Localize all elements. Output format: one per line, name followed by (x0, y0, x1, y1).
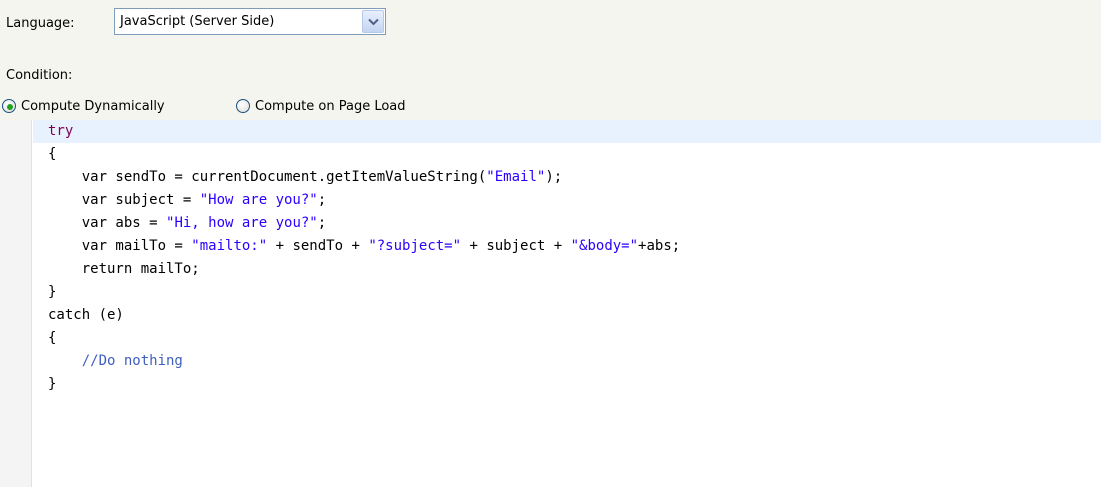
code-string: "How are you?" (199, 192, 318, 208)
code-text: var subject = (48, 192, 200, 208)
code-line-10: { (33, 327, 1101, 350)
code-line-5: var abs = "Hi, how are you?"; (33, 212, 1101, 235)
code-string: "Email" (486, 169, 546, 185)
code-line-6: var mailTo = "mailto:" + sendTo + "?subj… (33, 235, 1101, 258)
code-line-8: } (33, 281, 1101, 304)
code-keyword: try (48, 123, 74, 139)
code-string: "Hi, how are you?" (166, 215, 318, 231)
code-line-11: //Do nothing (33, 350, 1101, 373)
code-brace: { (48, 330, 57, 346)
code-brace: } (48, 284, 57, 300)
code-editor[interactable]: try { var sendTo = currentDocument.getIt… (0, 120, 1101, 487)
language-dropdown-button[interactable] (362, 10, 384, 33)
code-text: return mailTo; (48, 261, 200, 277)
code-text: +abs; (638, 238, 681, 254)
language-select[interactable]: JavaScript (Server Side) (114, 8, 386, 35)
radio-label[interactable]: Compute on Page Load (255, 99, 406, 114)
code-text: ); (545, 169, 563, 185)
code-brace: { (48, 146, 57, 162)
radio-label[interactable]: Compute Dynamically (21, 99, 165, 114)
radio-button-icon[interactable] (2, 99, 16, 113)
code-line-9: catch (e) (33, 304, 1101, 327)
code-line-2: { (33, 143, 1101, 166)
code-text: ; (317, 215, 327, 231)
code-text: var abs = (48, 215, 167, 231)
code-text: var sendTo = currentDocument.getItemValu… (48, 169, 487, 185)
code-text: catch (e) (48, 307, 124, 323)
code-line-1: try (33, 120, 1101, 143)
code-line-7: return mailTo; (33, 258, 1101, 281)
code-text: + subject + (461, 238, 571, 254)
chevron-down-icon (368, 18, 379, 26)
code-text: ; (317, 192, 327, 208)
code-comment: //Do nothing (48, 353, 183, 369)
code-brace: } (48, 376, 57, 392)
code-line-12: } (33, 373, 1101, 396)
code-string: "&body=" (570, 238, 639, 254)
code-string: "mailto:" (191, 238, 268, 254)
code-text: var mailTo = (48, 238, 192, 254)
language-label: Language: (6, 16, 75, 31)
properties-panel: Language: JavaScript (Server Side) Condi… (0, 0, 1101, 120)
code-text: + sendTo + (267, 238, 369, 254)
code-line-3: var sendTo = currentDocument.getItemValu… (33, 166, 1101, 189)
language-select-value: JavaScript (Server Side) (120, 14, 275, 29)
radio-selected-dot (7, 104, 13, 110)
code-string: "?subject=" (368, 238, 462, 254)
radio-button-icon[interactable] (236, 99, 250, 113)
condition-label: Condition: (6, 68, 73, 83)
editor-gutter (0, 120, 32, 487)
code-line-4: var subject = "How are you?"; (33, 189, 1101, 212)
